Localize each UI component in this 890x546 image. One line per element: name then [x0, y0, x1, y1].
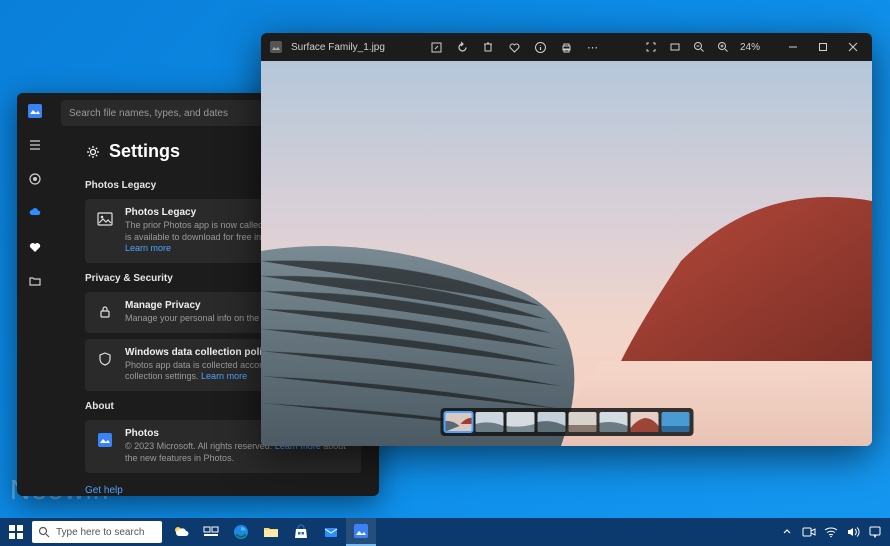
hamburger-icon[interactable]	[25, 135, 45, 155]
folders-icon[interactable]	[25, 271, 45, 291]
gear-icon	[85, 144, 101, 160]
viewer-content	[261, 61, 872, 446]
rotate-icon[interactable]	[455, 40, 469, 54]
favorites-icon[interactable]	[25, 237, 45, 257]
favorite-icon[interactable]	[507, 40, 521, 54]
thumb-2[interactable]	[475, 412, 503, 432]
taskbar: Type here to search	[0, 518, 890, 546]
app-logo-icon[interactable]	[25, 101, 45, 121]
get-help-link[interactable]: Get help	[85, 485, 361, 496]
info-icon[interactable]	[533, 40, 547, 54]
close-button[interactable]	[838, 33, 868, 61]
thumb-1[interactable]	[444, 412, 472, 432]
thumb-8[interactable]	[661, 412, 689, 432]
weather-widget[interactable]	[166, 518, 196, 546]
thumb-7[interactable]	[630, 412, 658, 432]
thumb-4[interactable]	[537, 412, 565, 432]
photos-app-icon[interactable]	[346, 518, 376, 546]
explorer-icon[interactable]	[256, 518, 286, 546]
wifi-icon[interactable]	[824, 525, 838, 539]
zoom-out-icon[interactable]	[692, 40, 706, 54]
settings-sidebar	[17, 93, 53, 496]
fullscreen-icon[interactable]	[644, 40, 658, 54]
system-tray	[780, 525, 890, 539]
mail-icon[interactable]	[316, 518, 346, 546]
image-icon	[95, 209, 115, 229]
edit-icon[interactable]	[429, 40, 443, 54]
print-icon[interactable]	[559, 40, 573, 54]
app-icon	[269, 40, 283, 54]
cloud-icon[interactable]	[25, 203, 45, 223]
start-button[interactable]	[0, 518, 32, 546]
minimize-button[interactable]	[778, 33, 808, 61]
volume-icon[interactable]	[846, 525, 860, 539]
more-icon[interactable]: ⋯	[585, 40, 599, 54]
thumb-5[interactable]	[568, 412, 596, 432]
zoom-in-icon[interactable]	[716, 40, 730, 54]
thumb-3[interactable]	[506, 412, 534, 432]
notifications-icon[interactable]	[868, 525, 882, 539]
lock-icon	[95, 302, 115, 322]
taskbar-apps	[166, 518, 376, 546]
maximize-button[interactable]	[808, 33, 838, 61]
edge-icon[interactable]	[226, 518, 256, 546]
viewer-filename: Surface Family_1.jpg	[291, 42, 385, 53]
taskbar-search[interactable]: Type here to search	[32, 521, 162, 543]
learn-more-link[interactable]: Learn more	[125, 243, 171, 253]
main-photo	[261, 61, 872, 446]
filmstrip	[440, 408, 693, 436]
slideshow-icon[interactable]	[668, 40, 682, 54]
taskbar-search-placeholder: Type here to search	[56, 527, 144, 538]
search-input[interactable]	[69, 108, 283, 119]
meet-now-icon[interactable]	[802, 525, 816, 539]
chevron-up-icon[interactable]	[780, 525, 794, 539]
page-title: Settings	[109, 141, 180, 162]
task-view-icon[interactable]	[196, 518, 226, 546]
photos-app-icon	[95, 430, 115, 450]
footer-links: Get help Send feedback	[85, 485, 361, 497]
photo-viewer-window: Surface Family_1.jpg ⋯ 24%	[261, 33, 872, 446]
viewer-titlebar: Surface Family_1.jpg ⋯ 24%	[261, 33, 872, 61]
learn-more-link[interactable]: Learn more	[201, 371, 247, 381]
store-icon[interactable]	[286, 518, 316, 546]
delete-icon[interactable]	[481, 40, 495, 54]
shield-icon	[95, 349, 115, 369]
thumb-6[interactable]	[599, 412, 627, 432]
search-icon	[38, 526, 50, 538]
gallery-icon[interactable]	[25, 169, 45, 189]
zoom-percentage: 24%	[740, 42, 760, 53]
